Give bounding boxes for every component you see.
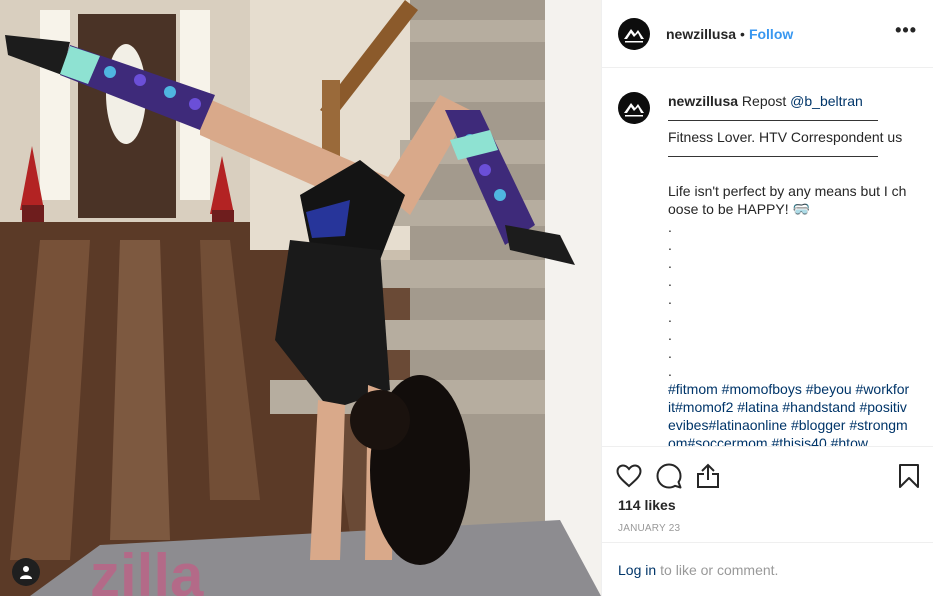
avatar[interactable] <box>618 17 650 50</box>
share-icon <box>697 463 719 488</box>
newzill-logo-icon <box>624 103 644 117</box>
like-button[interactable] <box>616 460 656 492</box>
caption-hashtags[interactable]: #fitmom #momofboys #beyou #workforit#mom… <box>668 380 912 446</box>
post-date[interactable]: JANUARY 23 <box>602 523 933 534</box>
caption-dot: . <box>668 291 672 307</box>
share-button[interactable] <box>696 460 736 492</box>
caption-dot: . <box>668 327 672 343</box>
comments-section[interactable]: newzillusa Repost @b_beltran ———————————… <box>602 68 933 446</box>
more-options-button[interactable]: ••• <box>895 20 917 47</box>
caption-repost-word: Repost <box>741 93 787 109</box>
caption-dot: . <box>668 345 672 361</box>
login-suffix: to like or comment. <box>660 561 779 578</box>
svg-text:zilla: zilla <box>90 542 204 596</box>
post-author-username[interactable]: newzillusa <box>666 26 736 42</box>
caption-rule: ——————————————— <box>668 147 878 163</box>
comment-icon <box>656 463 682 489</box>
tagged-users-button[interactable] <box>12 558 40 586</box>
post-image: zilla <box>0 0 601 596</box>
caption-dot: . <box>668 273 672 289</box>
login-prompt: Log in to like or comment. <box>602 542 933 596</box>
post-sidebar: newzillusa • Follow ••• newzillusa Repos… <box>601 0 933 596</box>
login-link[interactable]: Log in <box>618 562 656 578</box>
post-photo[interactable]: zilla <box>0 0 601 596</box>
caption-dot: . <box>668 255 672 271</box>
caption-dot: . <box>668 219 672 235</box>
caption-dot: . <box>668 237 672 253</box>
post-caption: newzillusa Repost @b_beltran ———————————… <box>668 92 912 446</box>
user-icon <box>20 566 32 579</box>
comment-button[interactable] <box>656 460 696 492</box>
heart-icon <box>616 464 642 488</box>
action-icons-row <box>602 447 933 495</box>
follow-button[interactable]: Follow <box>749 26 793 42</box>
save-button[interactable] <box>892 460 920 492</box>
caption-rule: ——————————————— <box>668 111 878 127</box>
header-separator: • <box>740 25 745 42</box>
like-count[interactable]: 114 likes <box>602 497 933 513</box>
post-header: newzillusa • Follow ••• <box>602 0 933 68</box>
caption-mention-link[interactable]: @b_beltran <box>790 93 863 109</box>
caption-avatar[interactable] <box>618 92 650 124</box>
newzill-logo-icon <box>624 28 644 42</box>
caption-dot: . <box>668 309 672 325</box>
caption-bio: Fitness Lover. HTV Correspondent us <box>668 129 903 145</box>
caption-dot: . <box>668 363 672 379</box>
bookmark-icon <box>899 464 919 488</box>
caption-text: Life isn't perfect by any means but I ch… <box>668 183 907 217</box>
caption-username[interactable]: newzillusa <box>668 93 738 109</box>
post-actions: 114 likes JANUARY 23 <box>602 446 933 534</box>
